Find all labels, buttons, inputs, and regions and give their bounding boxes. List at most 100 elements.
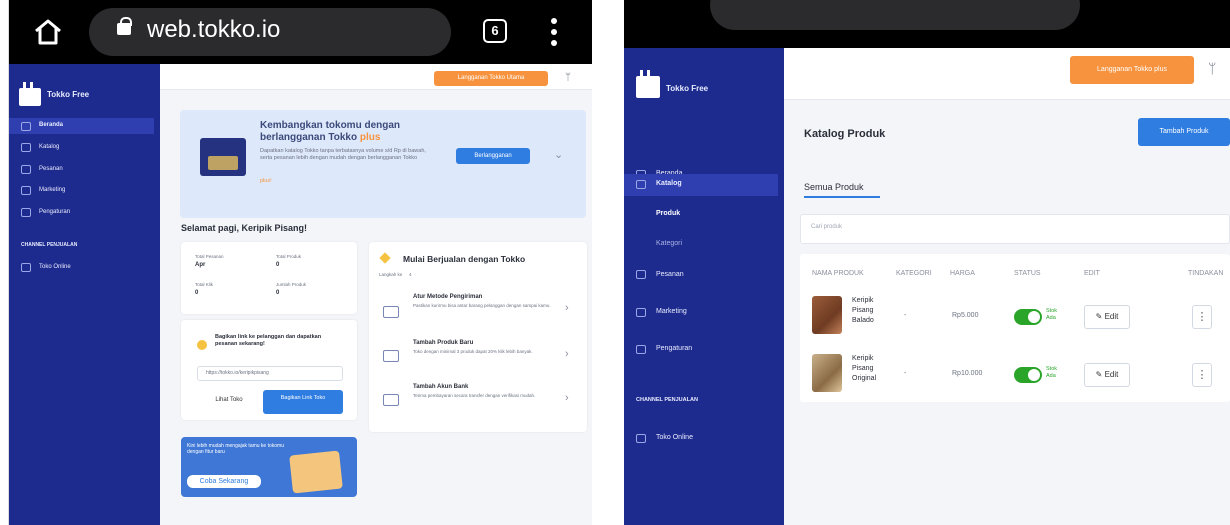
progress-label: Langkah ke (379, 272, 403, 277)
more-actions-icon[interactable]: ⋮ (1192, 363, 1212, 387)
store-link-field[interactable]: https://tokko.io/keripikpisang (197, 366, 343, 381)
stat-label: Total Klik (195, 282, 214, 287)
product-name[interactable]: Keripik Pisang Original (852, 354, 892, 384)
edit-button[interactable]: ✎ Edit (1084, 305, 1130, 329)
sidebar-item-toko-online[interactable]: Toko Online (656, 434, 693, 441)
lock-icon (117, 17, 132, 35)
edit-button[interactable]: ✎ Edit (1084, 363, 1130, 387)
product-thumbnail (812, 296, 842, 334)
star-icon (379, 252, 391, 264)
tab-semua-produk[interactable]: Semua Produk (804, 182, 864, 192)
search-input[interactable]: Cari produk (800, 214, 1230, 244)
sidebar-item-pesanan[interactable]: Pesanan (656, 271, 684, 278)
sidebar-item-katalog-active[interactable] (624, 174, 778, 196)
product-thumbnail (812, 354, 842, 392)
user-menu-icon[interactable]: ᛘ (1208, 60, 1216, 76)
greeting: Selamat pagi, Keripik Pisang! (181, 223, 308, 233)
page-title: Katalog Produk (804, 128, 886, 140)
promo-link[interactable]: plus! (260, 178, 272, 184)
marketing-icon (21, 186, 31, 195)
sidebar-item-pesanan[interactable]: Pesanan (39, 166, 63, 172)
settings-icon (636, 345, 646, 354)
stat-label: Jumlah Produk (276, 282, 307, 287)
truck-icon (383, 306, 399, 318)
sidebar: Tokko Free Beranda Katalog Pesanan Marke… (9, 64, 160, 525)
sidebar-item-katalog[interactable]: Katalog (39, 144, 59, 150)
table-header: EDIT (1084, 270, 1100, 277)
sidebar-item-pengaturan[interactable]: Pengaturan (656, 345, 692, 352)
step-title[interactable]: Tambah Produk Baru (413, 340, 473, 346)
share-link-button[interactable]: Bagikan Link Toko (263, 390, 343, 414)
product-name[interactable]: Keripik Pisang Balado (852, 296, 892, 326)
tokko-logo-icon (19, 82, 41, 106)
step-title[interactable]: Atur Metode Pengiriman (413, 294, 482, 300)
progress-value: 4 (409, 272, 412, 277)
chevron-right-icon[interactable]: › (565, 348, 569, 360)
home-icon[interactable] (33, 18, 63, 46)
store-icon (636, 434, 646, 443)
banner-button[interactable]: Coba Sekarang (187, 475, 261, 488)
stat-value: 0 (195, 290, 199, 296)
settings-icon (21, 208, 31, 217)
browser-toolbar (624, 0, 1230, 48)
product-price: Rp10.000 (952, 370, 983, 377)
promo-title: Kembangkan tokomu dengan berlangganan To… (260, 120, 401, 143)
more-actions-icon[interactable]: ⋮ (1192, 305, 1212, 329)
table-row[interactable]: Keripik Pisang Original - Rp10.000 Stok … (800, 346, 1230, 400)
tab-underline (804, 196, 880, 198)
search-placeholder: Cari produk (811, 224, 843, 230)
tab-count-button[interactable]: 6 (483, 19, 507, 43)
berlangganan-button[interactable]: Berlangganan (456, 148, 530, 164)
pencil-icon: ✎ (1095, 312, 1105, 321)
sidebar-item-toko-online[interactable]: Toko Online (39, 264, 71, 270)
browser-menu-icon[interactable] (551, 18, 557, 46)
catalog-icon (21, 143, 31, 152)
table-header: STATUS (1014, 270, 1041, 277)
step-desc: Pastikan kurirmu bisa antar barang pelan… (413, 303, 551, 308)
sidebar: Tokko Free Beranda Katalog Produk Katego… (624, 48, 784, 525)
main-content: Langganan Tokko plus ᛘ Katalog Produk Ta… (784, 48, 1230, 525)
stock-toggle[interactable] (1014, 367, 1042, 383)
step-desc: Terima pembayaran secara transfer dengan… (413, 393, 536, 398)
sidebar-item-katalog[interactable]: Katalog (656, 180, 682, 187)
subscribe-button[interactable]: Langganan Tokko plus (1070, 56, 1194, 84)
product-price: Rp5.000 (952, 312, 979, 319)
stock-status: Stok Ada (1046, 308, 1058, 321)
sidebar-item-pengaturan[interactable]: Pengaturan (39, 209, 70, 215)
start-selling-card: Mulai Berjualan dengan Tokko Langkah ke … (369, 242, 587, 432)
address-bar[interactable] (710, 0, 1080, 30)
user-menu-icon[interactable]: ᛘ (565, 72, 571, 83)
sidebar-subitem-produk[interactable]: Produk (656, 210, 680, 217)
add-product-button[interactable]: Tambah Produk (1138, 118, 1230, 146)
product-category: - (904, 312, 907, 319)
collapse-icon[interactable]: ⌄ (554, 148, 563, 161)
view-store-button[interactable]: Lihat Toko (201, 390, 257, 410)
tokko-logo-icon (636, 70, 660, 98)
sidebar-item-marketing[interactable]: Marketing (656, 308, 687, 315)
stock-toggle[interactable] (1014, 309, 1042, 325)
products-table: NAMA PRODUK KATEGORI HARGA STATUS EDIT T… (800, 254, 1230, 402)
marketing-icon (636, 308, 646, 317)
orders-icon (21, 165, 31, 174)
chevron-right-icon[interactable]: › (565, 392, 569, 404)
url-text[interactable]: web.tokko.io (147, 16, 280, 44)
section-label: CHANNEL PENJUALAN (636, 397, 698, 403)
subscribe-button[interactable]: Langganan Tokko Utama (434, 71, 548, 86)
start-title: Mulai Berjualan dengan Tokko (403, 254, 526, 264)
table-header: NAMA PRODUK (812, 270, 864, 277)
step-desc: Toko dengan minimal 3 produk dapat 20% k… (413, 349, 533, 354)
stat-value: 0 (276, 262, 280, 268)
sidebar-subitem-kategori[interactable]: Kategori (656, 240, 682, 247)
brand-label: Tokko Free (666, 84, 709, 93)
chevron-right-icon[interactable]: › (565, 302, 569, 314)
promo-card: Kembangkan tokomu dengan berlangganan To… (180, 110, 586, 218)
brand-label: Tokko Free (47, 90, 90, 99)
feature-banner[interactable]: Kini lebih mudah mengajak tamu ke tokomu… (181, 437, 357, 497)
stat-label: Total Pesanan (195, 254, 224, 259)
step-title[interactable]: Tambah Akun Bank (413, 384, 468, 390)
share-card: Bagikan link ke pelanggan dan dapatkan p… (181, 320, 357, 420)
sidebar-item-marketing[interactable]: Marketing (39, 187, 65, 193)
left-screenshot: web.tokko.io 6 Tokko Free Beranda Katalo… (8, 0, 592, 525)
store-icon (21, 263, 31, 272)
table-row[interactable]: Keripik Pisang Balado - Rp5.000 Stok Ada… (800, 290, 1230, 344)
